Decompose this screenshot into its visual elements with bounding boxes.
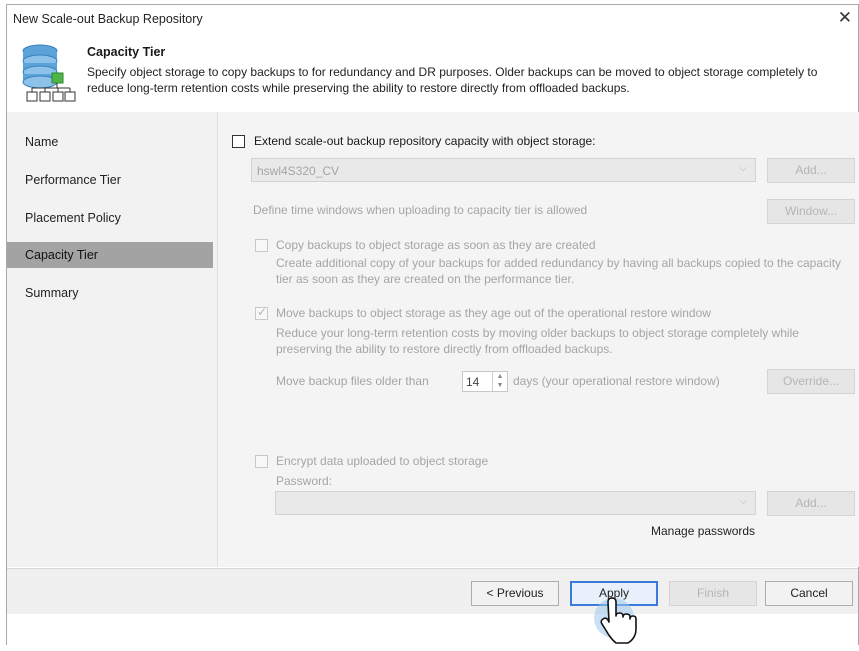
stepper-arrows-icon[interactable]: ▲ ▼ <box>492 372 507 391</box>
add-repository-button[interactable]: Add... <box>767 158 855 183</box>
add-password-button[interactable]: Add... <box>767 491 855 516</box>
move-backups-checkbox[interactable]: ✓ <box>255 305 268 320</box>
step-description: Specify object storage to copy backups t… <box>87 65 818 95</box>
window-button[interactable]: Window... <box>767 199 855 224</box>
encrypt-checkbox[interactable] <box>255 455 268 468</box>
dialog-window: New Scale-out Backup Repository ✕ Capaci… <box>6 4 859 645</box>
copy-backups-label: Copy backups to object storage as soon a… <box>276 238 596 252</box>
window-title: New Scale-out Backup Repository <box>13 12 203 26</box>
sidebar-item-placement-policy[interactable]: Placement Policy <box>7 205 213 231</box>
extend-capacity-checkbox[interactable] <box>232 135 245 148</box>
repository-database-icon <box>18 43 76 108</box>
override-button[interactable]: Override... <box>767 369 855 394</box>
password-label: Password: <box>276 474 333 488</box>
days-value: 14 <box>466 375 480 389</box>
title-bar: New Scale-out Backup Repository ✕ <box>7 5 858 35</box>
password-dropdown[interactable]: ⌵ <box>275 491 756 515</box>
restore-window-label: days (your operational restore window) <box>513 374 720 388</box>
previous-button[interactable]: < Previous <box>471 581 559 606</box>
cancel-button[interactable]: Cancel <box>765 581 853 606</box>
step-title: Capacity Tier <box>87 45 166 59</box>
older-than-label: Move backup files older than <box>276 374 429 388</box>
finish-button[interactable]: Finish <box>669 581 757 606</box>
chevron-down-icon: ⌵ <box>739 163 747 174</box>
copy-backups-description: Create additional copy of your backups f… <box>276 256 842 286</box>
sidebar-item-capacity-tier[interactable]: Capacity Tier <box>7 242 213 268</box>
sidebar-item-summary[interactable]: Summary <box>7 280 213 306</box>
hand-pointer-cursor-icon <box>594 594 638 651</box>
wizard-steps-sidebar: Name Performance Tier Placement Policy C… <box>7 112 217 567</box>
chevron-down-icon: ⌵ <box>739 496 747 507</box>
days-stepper[interactable]: 14 ▲ ▼ <box>462 371 508 392</box>
wizard-footer: < Previous Apply Finish Cancel <box>7 568 858 614</box>
sidebar-item-name[interactable]: Name <box>7 129 213 155</box>
close-icon[interactable]: ✕ <box>838 8 852 28</box>
object-storage-dropdown[interactable]: hswl4S320_CV ⌵ <box>251 158 756 182</box>
wizard-header: Capacity Tier Specify object storage to … <box>7 35 858 109</box>
move-backups-description: Reduce your long-term retention costs by… <box>276 326 799 356</box>
move-backups-label: Move backups to object storage as they a… <box>276 306 711 320</box>
manage-passwords-link[interactable]: Manage passwords <box>651 524 755 538</box>
object-storage-value: hswl4S320_CV <box>257 164 340 178</box>
sidebar-item-performance-tier[interactable]: Performance Tier <box>7 167 213 193</box>
encrypt-label: Encrypt data uploaded to object storage <box>276 454 489 468</box>
copy-backups-checkbox[interactable] <box>255 239 268 252</box>
capacity-tier-panel: Extend scale-out backup repository capac… <box>217 112 859 567</box>
checkmark-icon: ✓ <box>257 305 268 319</box>
time-window-label: Define time windows when uploading to ca… <box>253 203 588 217</box>
extend-capacity-label: Extend scale-out backup repository capac… <box>254 134 596 148</box>
